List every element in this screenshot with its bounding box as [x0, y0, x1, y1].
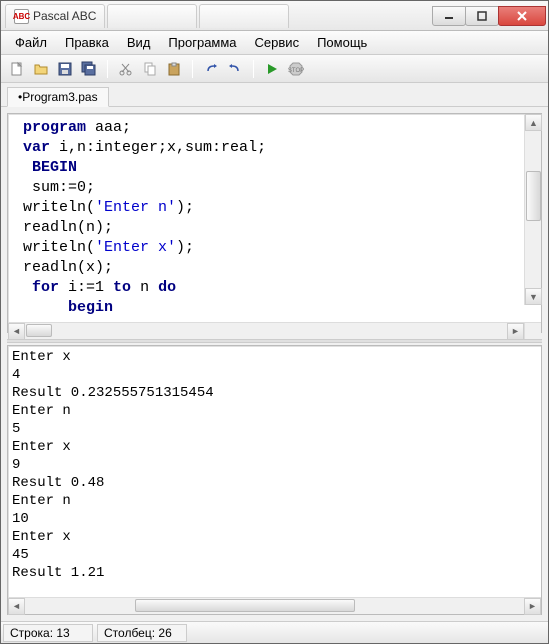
minimize-icon	[444, 11, 454, 21]
run-icon	[264, 61, 280, 77]
close-icon	[516, 10, 528, 22]
paste-icon	[166, 61, 182, 77]
titlebar-tab[interactable]	[199, 4, 289, 28]
titlebar-tab[interactable]	[107, 4, 197, 28]
code-content[interactable]: program aaa; var i,n:integer;x,sum:real;…	[8, 114, 541, 322]
save-all-icon	[81, 61, 97, 77]
new-file-icon	[9, 61, 25, 77]
save-all-button[interactable]	[79, 59, 99, 79]
close-button[interactable]	[498, 6, 546, 26]
menu-edit[interactable]: Правка	[57, 33, 117, 52]
undo-button[interactable]	[201, 59, 221, 79]
cut-button[interactable]	[116, 59, 136, 79]
file-tabstrip: •Program3.pas	[1, 83, 548, 107]
titlebar-tab-active[interactable]: ABC Pascal ABC	[5, 4, 105, 28]
titlebar: ABC Pascal ABC	[1, 1, 548, 31]
toolbar: STOP	[1, 55, 548, 83]
splitter[interactable]	[7, 339, 542, 343]
app-window: ABC Pascal ABC Файл Правка Вид Программа…	[0, 0, 549, 644]
paste-button[interactable]	[164, 59, 184, 79]
svg-text:STOP: STOP	[288, 68, 304, 74]
editor-hscrollbar[interactable]: ◄ ►	[8, 322, 541, 339]
menu-service[interactable]: Сервис	[247, 33, 308, 52]
scroll-up-button[interactable]: ▲	[525, 114, 542, 131]
new-file-button[interactable]	[7, 59, 27, 79]
menu-file[interactable]: Файл	[7, 33, 55, 52]
scroll-thumb[interactable]	[526, 171, 541, 221]
maximize-icon	[477, 11, 487, 21]
minimize-button[interactable]	[432, 6, 466, 26]
stop-icon: STOP	[288, 61, 304, 77]
scroll-thumb[interactable]	[26, 324, 52, 337]
maximize-button[interactable]	[465, 6, 499, 26]
menu-program[interactable]: Программа	[160, 33, 244, 52]
undo-icon	[203, 61, 219, 77]
cut-icon	[118, 61, 134, 77]
status-row: Строка: 13	[3, 624, 93, 642]
redo-button[interactable]	[225, 59, 245, 79]
editor-vscrollbar[interactable]: ▲ ▼	[524, 114, 541, 305]
output-panel: Enter x 4 Result 0.232555751315454 Enter…	[7, 345, 542, 615]
copy-button[interactable]	[140, 59, 160, 79]
open-file-button[interactable]	[31, 59, 51, 79]
copy-icon	[142, 61, 158, 77]
scroll-right-button[interactable]: ►	[507, 323, 524, 340]
menu-help[interactable]: Помощь	[309, 33, 375, 52]
scroll-thumb[interactable]	[135, 599, 355, 612]
statusbar: Строка: 13 Столбец: 26	[1, 621, 548, 643]
redo-icon	[227, 61, 243, 77]
run-button[interactable]	[262, 59, 282, 79]
save-icon	[57, 61, 73, 77]
scroll-down-button[interactable]: ▼	[525, 288, 542, 305]
open-folder-icon	[33, 61, 49, 77]
scroll-left-button[interactable]: ◄	[8, 598, 25, 615]
scroll-right-button[interactable]: ►	[524, 598, 541, 615]
status-col: Столбец: 26	[97, 624, 187, 642]
menubar: Файл Правка Вид Программа Сервис Помощь	[1, 31, 548, 55]
menu-view[interactable]: Вид	[119, 33, 159, 52]
stop-button[interactable]: STOP	[286, 59, 306, 79]
app-title: Pascal ABC	[33, 9, 96, 23]
output-hscrollbar[interactable]: ◄ ►	[8, 597, 541, 614]
output-text[interactable]: Enter x 4 Result 0.232555751315454 Enter…	[8, 346, 541, 597]
app-icon: ABC	[14, 9, 29, 24]
code-editor[interactable]: program aaa; var i,n:integer;x,sum:real;…	[7, 113, 542, 333]
scroll-left-button[interactable]: ◄	[8, 323, 25, 340]
save-button[interactable]	[55, 59, 75, 79]
file-tab[interactable]: •Program3.pas	[7, 87, 109, 107]
